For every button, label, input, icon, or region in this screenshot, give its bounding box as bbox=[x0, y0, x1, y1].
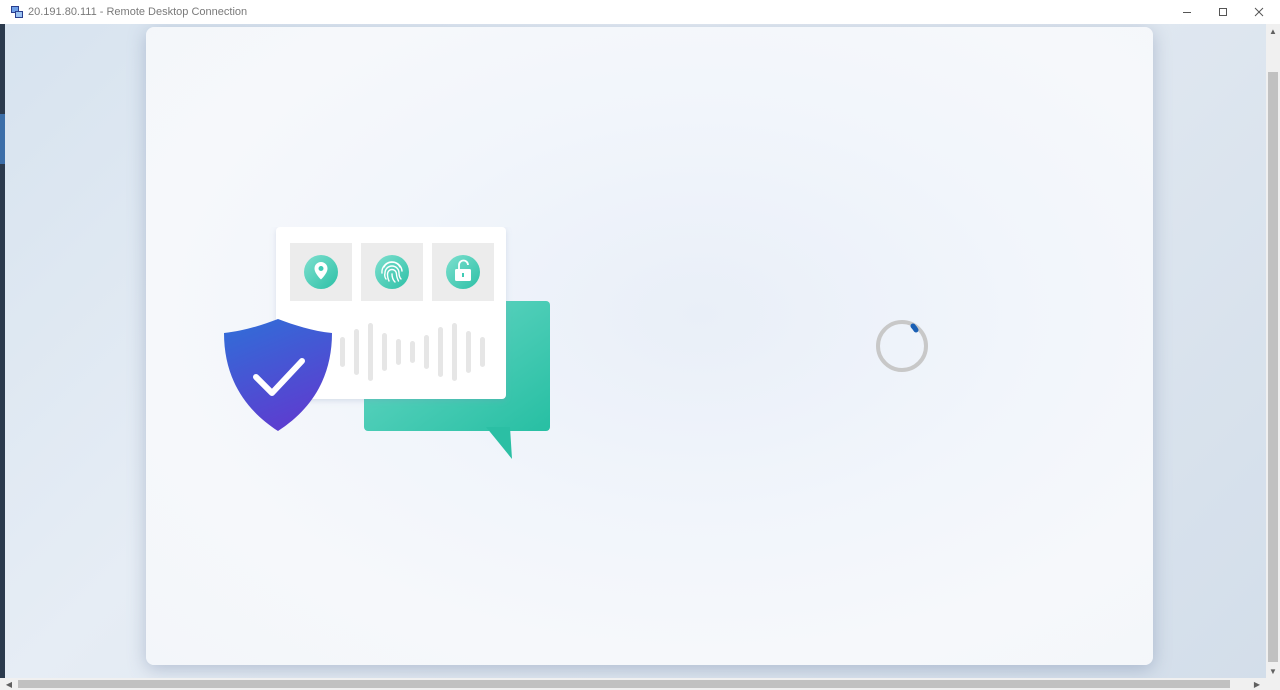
maximize-button[interactable] bbox=[1206, 0, 1240, 24]
maximize-icon bbox=[1219, 8, 1227, 16]
close-button[interactable] bbox=[1242, 0, 1276, 24]
scroll-right-button[interactable]: ▶ bbox=[1250, 678, 1264, 690]
unlock-icon bbox=[446, 255, 480, 289]
scroll-left-button[interactable]: ◀ bbox=[2, 678, 16, 690]
location-pin-icon bbox=[304, 255, 338, 289]
scroll-down-button[interactable]: ▼ bbox=[1266, 664, 1280, 678]
sign-in-dialog bbox=[146, 27, 1153, 665]
chevron-down-icon: ▼ bbox=[1269, 666, 1277, 676]
shield-check-icon bbox=[224, 319, 332, 431]
minimize-button[interactable] bbox=[1170, 0, 1204, 24]
close-icon bbox=[1254, 7, 1264, 17]
chevron-up-icon: ▲ bbox=[1269, 26, 1277, 36]
scrollbar-corner bbox=[1266, 678, 1280, 690]
title-bar[interactable]: 20.191.80.111 - Remote Desktop Connectio… bbox=[0, 0, 1280, 24]
remote-desktop-window: 20.191.80.111 - Remote Desktop Connectio… bbox=[0, 0, 1280, 690]
minimize-icon bbox=[1183, 12, 1191, 13]
security-illustration bbox=[224, 227, 550, 459]
chevron-right-icon: ▶ bbox=[1253, 679, 1261, 689]
fingerprint-icon bbox=[375, 255, 409, 289]
horizontal-scrollbar[interactable]: ◀ ▶ bbox=[0, 678, 1266, 690]
horizontal-scroll-thumb[interactable] bbox=[18, 680, 1230, 688]
loading-spinner bbox=[876, 320, 928, 372]
chevron-left-icon: ◀ bbox=[5, 679, 13, 689]
vertical-scrollbar[interactable]: ▲ ▼ bbox=[1266, 24, 1280, 678]
remote-desktop-app-icon[interactable] bbox=[10, 5, 24, 19]
remote-session-viewport[interactable] bbox=[5, 24, 1266, 678]
scroll-up-button[interactable]: ▲ bbox=[1266, 24, 1280, 38]
window-title: 20.191.80.111 - Remote Desktop Connectio… bbox=[28, 6, 248, 18]
vertical-scroll-thumb[interactable] bbox=[1268, 72, 1278, 662]
